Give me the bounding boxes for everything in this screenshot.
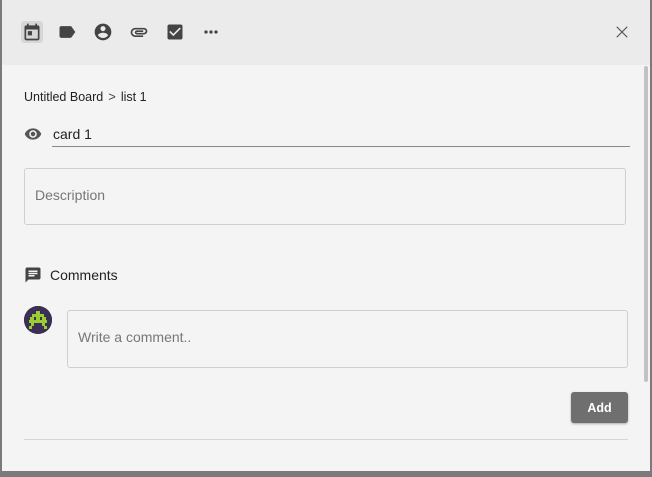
- scrollbar[interactable]: [644, 66, 648, 382]
- breadcrumb: Untitled Board > list 1: [24, 89, 147, 104]
- pixel-avatar-icon: [24, 306, 52, 334]
- more-horizontal-icon[interactable]: [200, 21, 222, 43]
- avatar[interactable]: [24, 306, 52, 334]
- checkbox-icon[interactable]: [164, 21, 186, 43]
- card-title-input[interactable]: [52, 121, 630, 147]
- calendar-icon[interactable]: [21, 21, 43, 43]
- add-comment-button[interactable]: Add: [571, 392, 628, 423]
- label-icon[interactable]: [56, 21, 78, 43]
- comment-icon: [25, 267, 41, 283]
- divider: [24, 439, 628, 440]
- account-circle-icon[interactable]: [92, 21, 114, 43]
- comment-input[interactable]: [67, 310, 628, 368]
- chevron-right-icon: >: [108, 89, 116, 104]
- description-field[interactable]: [24, 168, 626, 225]
- comments-heading: Comments: [50, 267, 118, 283]
- comments-header: Comments: [24, 266, 118, 284]
- eye-icon[interactable]: [24, 125, 42, 143]
- card-toolbar: [2, 0, 650, 65]
- close-icon[interactable]: [611, 21, 633, 43]
- attachment-icon[interactable]: [128, 21, 150, 43]
- breadcrumb-board[interactable]: Untitled Board: [24, 90, 103, 104]
- breadcrumb-list[interactable]: list 1: [121, 90, 147, 104]
- card-dialog: Untitled Board > list 1 Comments: [2, 0, 650, 471]
